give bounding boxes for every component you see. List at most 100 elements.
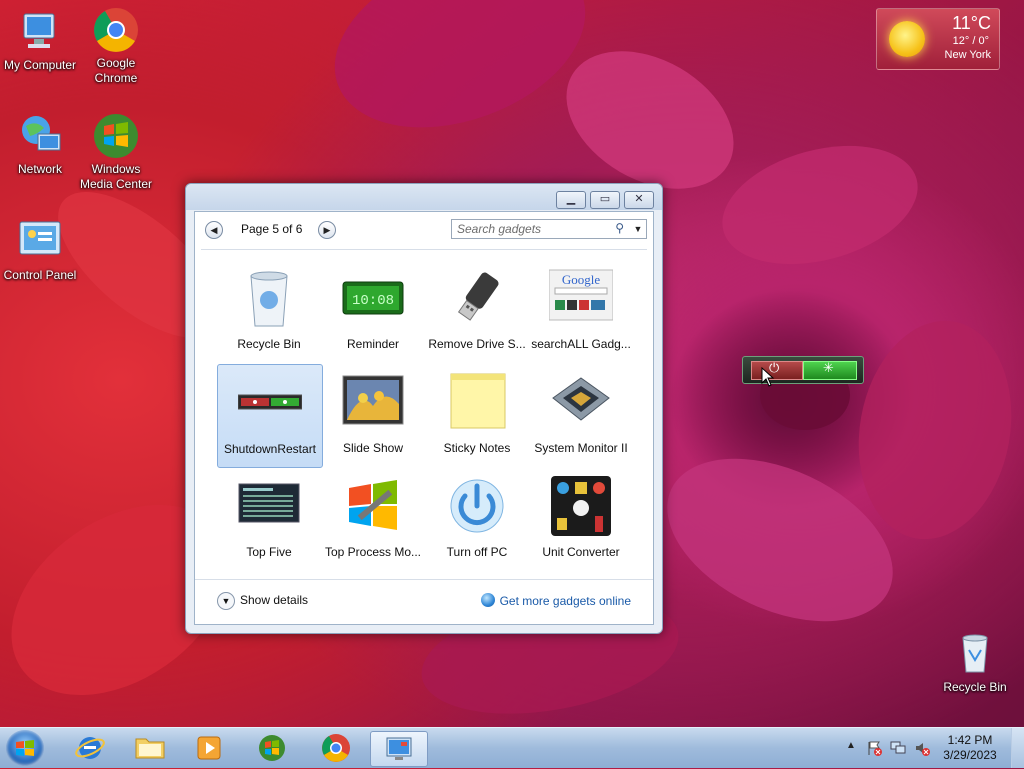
recycle-bin-icon [237,266,301,330]
desktop-icon-recycle-bin[interactable]: Recycle Bin [935,630,1015,695]
restart-icon: ✳ [823,360,834,375]
get-more-gadgets-link[interactable]: Get more gadgets online [480,593,631,608]
internet-explorer-icon [75,737,105,759]
taskbar-gadgets-active[interactable] [370,731,428,767]
weather-gadget[interactable]: 11°C 12° / 0° New York [876,8,1000,70]
show-desktop-button[interactable] [1011,728,1024,768]
usb-drive-icon [445,266,509,330]
mouse-cursor-icon [761,367,775,387]
gadget-top-process-monitor[interactable]: Top Process Mo... [321,468,425,570]
chrome-icon [92,6,140,54]
reminder-display: 10:08 [352,293,394,309]
globe-icon [480,593,495,607]
media-center-icon [92,112,140,160]
divider [201,249,647,250]
desktop-icon-label: Windows Media Center [79,162,153,191]
taskbar-windows-explorer[interactable] [122,731,178,765]
clock-time: 1:42 PM [947,733,993,747]
google-logo: Google [562,272,601,287]
gadget-slide-show[interactable]: Slide Show [321,364,425,466]
gadget-label: Recycle Bin [237,337,301,351]
show-hidden-icons-icon[interactable]: ▲ [846,740,856,751]
search-gadgets-input[interactable]: Search gadgets ⚲ ▼ [451,219,647,239]
gadget-label: Unit Converter [542,545,620,559]
close-button[interactable]: ✕ [624,191,654,209]
gadget-label: Sticky Notes [443,441,511,455]
taskbar: ▲ 1:42 PM 3/29/2023 [0,727,1024,768]
next-page-button[interactable]: ▶ [318,221,336,239]
desktop-icon-my-computer[interactable]: My Computer [0,8,80,73]
windows-logo-icon [16,740,34,756]
volume-muted-icon[interactable] [914,740,930,756]
minimize-button[interactable]: ▁ [556,191,586,209]
clock-date: 3/29/2023 [943,748,997,762]
process-list-icon [237,474,301,538]
desktop-icon-windows-media-center[interactable]: Windows Media Center [76,112,156,192]
gadget-turn-off-pc[interactable]: Turn off PC [425,468,529,570]
recycle-bin-icon [951,630,999,678]
computer-icon [16,8,64,56]
unit-converter-icon [549,474,613,538]
gadget-remove-drive[interactable]: Remove Drive S... [425,260,529,362]
gadget-label: Slide Show [342,441,404,455]
gadget-shutdownrestart[interactable]: ShutdownRestart [217,364,323,468]
gadget-gallery-window: ▁ ▭ ✕ ◀ Page 5 of 6 ▶ Search gadgets ⚲ ▼… [185,183,663,634]
gadget-label: searchALL Gadg... [531,337,631,351]
desktop-gadgets-icon [386,737,412,760]
gadget-reminder[interactable]: 10:08 Reminder [321,260,425,362]
gadget-label: Top Process Mo... [324,545,422,559]
chrome-icon [322,734,350,762]
gadget-label: Turn off PC [446,545,508,559]
taskbar-media-player[interactable] [182,731,238,765]
search-dropdown-icon[interactable]: ▼ [630,220,646,238]
cpu-chip-icon [549,370,613,434]
action-center-flag-icon[interactable] [866,740,882,756]
taskbar-google-chrome[interactable] [308,731,364,765]
search-icon[interactable]: ⚲ [615,221,624,235]
taskbar-windows-media-center[interactable] [244,731,300,765]
maximize-button[interactable]: ▭ [590,191,620,209]
gadget-sticky-notes[interactable]: Sticky Notes [425,364,529,466]
desktop-icon-label: My Computer [3,58,77,72]
gadget-searchall[interactable]: Google searchALL Gadg... [529,260,633,362]
gadget-label: System Monitor II [534,441,628,455]
desktop-icon-label: Network [17,162,62,176]
gadget-recycle-bin[interactable]: Recycle Bin [217,260,321,362]
start-button[interactable] [6,730,44,766]
network-status-icon[interactable] [890,740,906,756]
search-placeholder: Search gadgets [457,222,542,236]
page-label: Page 5 of 6 [241,222,303,236]
gallery-footer: ▼ Show details Get more gadgets online [195,579,653,624]
google-search-icon: Google [548,266,614,330]
gadget-unit-converter[interactable]: Unit Converter [529,468,633,570]
sticky-note-icon [445,370,509,434]
gadget-top-five[interactable]: Top Five [217,468,321,570]
power-button-icon [445,474,509,538]
chevron-down-icon: ▼ [217,592,235,610]
weather-range: 12° / 0° [952,35,989,47]
clock-display-icon: 10:08 [341,266,405,330]
title-bar[interactable]: ▁ ▭ ✕ [186,184,662,210]
taskbar-internet-explorer[interactable] [62,731,118,765]
show-details-toggle[interactable]: ▼ Show details [217,592,308,610]
windows-tools-icon [341,474,405,538]
media-player-icon [197,736,221,760]
photo-frame-icon [341,370,405,434]
folder-icon [135,738,165,759]
gadget-label: Reminder [346,337,400,351]
network-icon [16,112,64,160]
gadget-system-monitor[interactable]: System Monitor II [529,364,633,466]
gadget-label: Remove Drive S... [428,337,526,351]
desktop-icon-label: Recycle Bin [943,680,1007,694]
desktop-icon-label: Control Panel [3,268,77,282]
desktop-icon-label: Google Chrome [94,56,138,85]
get-more-gadgets-label: Get more gadgets online [499,594,631,608]
desktop-icon-google-chrome[interactable]: Google Chrome [76,6,156,86]
gallery-content: ◀ Page 5 of 6 ▶ Search gadgets ⚲ ▼ Recyc… [194,211,654,625]
show-details-label: Show details [240,593,309,608]
desktop-icon-network[interactable]: Network [0,112,80,177]
taskbar-clock[interactable]: 1:42 PM 3/29/2023 [938,733,1002,763]
previous-page-button[interactable]: ◀ [205,221,223,239]
desktop-icon-control-panel[interactable]: Control Panel [0,218,80,283]
gadget-label: Top Five [246,545,292,559]
